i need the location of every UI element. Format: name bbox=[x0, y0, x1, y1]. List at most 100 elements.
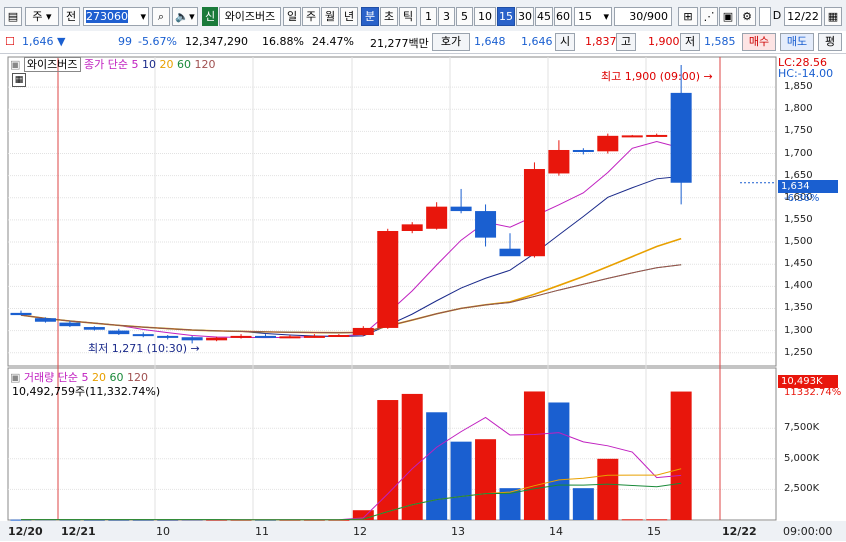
price-value: 1,646 bbox=[22, 35, 54, 48]
price-legend-name[interactable]: 와이즈버즈 bbox=[23, 57, 81, 72]
period-month-button[interactable]: 월 bbox=[321, 7, 339, 26]
price-change-pct: -5.67% bbox=[138, 35, 177, 48]
rate-1: 16.88% bbox=[262, 35, 304, 48]
legend-ma-10: 10 bbox=[142, 58, 156, 71]
volume-bar bbox=[401, 393, 423, 520]
open-price: 1,837 bbox=[585, 35, 617, 48]
chevron-down-icon: ▾ bbox=[603, 10, 609, 23]
market-select[interactable]: 주 ▾ bbox=[25, 7, 59, 26]
price-tick-label: 1,800 bbox=[784, 103, 813, 115]
low-annotation: 최저 1,271 (10:30) → bbox=[88, 342, 200, 355]
price-change: 99 bbox=[118, 35, 132, 48]
volume-bar bbox=[646, 519, 668, 521]
search-icon[interactable]: ⌕ bbox=[152, 7, 170, 26]
period-tick-button[interactable]: 틱 bbox=[399, 7, 417, 26]
x-tick-label: 15 bbox=[647, 525, 661, 538]
interval-button-45[interactable]: 45 bbox=[535, 7, 553, 26]
save-icon[interactable]: ▣ bbox=[719, 7, 737, 26]
calendar-icon[interactable]: ▦ bbox=[824, 7, 842, 26]
interval-select-value: 15 bbox=[578, 10, 592, 23]
open-label: 시 bbox=[555, 33, 575, 51]
price-tick-label: 1,350 bbox=[784, 302, 813, 314]
buy-button[interactable]: 매수 bbox=[742, 33, 776, 51]
date-input[interactable]: 12/22 bbox=[784, 7, 822, 26]
gear-icon[interactable]: ⚙ bbox=[738, 7, 756, 26]
candle-body bbox=[303, 335, 325, 338]
average-button[interactable]: 평 bbox=[818, 33, 842, 51]
x-axis-band bbox=[0, 521, 846, 541]
trend-icon[interactable]: ⋰ bbox=[700, 7, 718, 26]
checkbox-icon: ☐ bbox=[5, 35, 15, 48]
market-label: 주 bbox=[32, 10, 43, 23]
high-annotation: 최고 1,900 (09:00) → bbox=[601, 70, 713, 83]
volume-bar bbox=[426, 412, 448, 520]
speaker-icon[interactable]: 🔈▾ bbox=[172, 7, 198, 26]
candle-body bbox=[352, 327, 374, 336]
price-tick-label: 1,400 bbox=[784, 280, 813, 292]
candle-body bbox=[59, 322, 81, 327]
price-tick-label: 1,450 bbox=[784, 258, 813, 270]
bid-label: 호가 bbox=[432, 33, 470, 51]
candle-body bbox=[548, 149, 570, 174]
x-tick-label: 12/20 bbox=[8, 525, 43, 538]
period-week-button[interactable]: 주 bbox=[302, 7, 320, 26]
legend-ma-120: 120 bbox=[194, 58, 216, 71]
interval-button-60[interactable]: 60 bbox=[554, 7, 572, 26]
chart-settings-button[interactable]: ▤ bbox=[4, 7, 22, 26]
stock-code-input[interactable]: 273060 ▾ bbox=[83, 7, 149, 26]
price-tick-label: 1,700 bbox=[784, 147, 813, 159]
volume-bar bbox=[377, 400, 399, 520]
interval-button-5[interactable]: 5 bbox=[456, 7, 473, 26]
current-change-tag: -6.36% bbox=[784, 193, 820, 204]
interval-button-30[interactable]: 30 bbox=[516, 7, 534, 26]
grid-toggle-icon[interactable]: ▦ bbox=[12, 73, 26, 87]
count-input[interactable]: 30/900 bbox=[614, 7, 672, 26]
legend-ma-60: 60 bbox=[177, 58, 191, 71]
sell-button[interactable]: 매도 bbox=[780, 33, 814, 51]
price-tick-label: 1,300 bbox=[784, 324, 813, 336]
price-tick-label: 1,750 bbox=[784, 125, 813, 137]
candle-body bbox=[328, 335, 350, 338]
period-second-button[interactable]: 초 bbox=[380, 7, 398, 26]
interval-button-1[interactable]: 1 bbox=[420, 7, 437, 26]
candle-body bbox=[83, 327, 105, 330]
volume-bar bbox=[548, 402, 570, 520]
candle-body bbox=[401, 224, 423, 231]
price-legend-ma-label: 종가 단순 bbox=[84, 58, 128, 71]
period-day-button[interactable]: 일 bbox=[283, 7, 301, 26]
price-legend: ▣ 와이즈버즈 종가 단순 5 10 20 60 120 bbox=[10, 56, 216, 72]
chart-area[interactable] bbox=[0, 53, 846, 542]
legend-ma-5: 5 bbox=[131, 58, 139, 71]
interval-button-15[interactable]: 15 bbox=[497, 7, 515, 26]
candle-body bbox=[597, 135, 619, 152]
period-year-button[interactable]: 년 bbox=[340, 7, 358, 26]
count-total: /900 bbox=[643, 10, 668, 23]
candle-body bbox=[450, 206, 472, 212]
price-tick-label: 1,650 bbox=[784, 169, 813, 181]
date-checkbox[interactable] bbox=[759, 7, 771, 26]
price-tick-label: 1,250 bbox=[784, 346, 813, 358]
volume-bar bbox=[621, 519, 643, 521]
period-minute-button[interactable]: 분 bbox=[361, 7, 379, 26]
candle-body bbox=[670, 92, 692, 183]
interval-select[interactable]: 15 ▾ bbox=[574, 7, 612, 26]
grid-icon[interactable]: ⊞ bbox=[678, 7, 698, 26]
candle-body bbox=[523, 169, 545, 257]
prev-button[interactable]: 전 bbox=[62, 7, 80, 26]
candle-body bbox=[621, 135, 643, 138]
candle-body bbox=[157, 335, 179, 338]
stock-name-field[interactable]: 와이즈버즈 bbox=[219, 7, 281, 26]
candle-body bbox=[279, 336, 301, 339]
interval-button-10[interactable]: 10 bbox=[474, 7, 496, 26]
candle-body bbox=[646, 134, 668, 137]
x-tick-label: 12 bbox=[353, 525, 367, 538]
trade-amount: 21,277백만 bbox=[370, 37, 429, 50]
price-tick-label: 1,850 bbox=[784, 81, 813, 93]
chevron-down-icon: ▾ bbox=[140, 10, 146, 23]
interval-button-3[interactable]: 3 bbox=[438, 7, 455, 26]
new-listing-badge: 신 bbox=[202, 7, 218, 26]
x-tick-label: 11 bbox=[255, 525, 269, 538]
x-tick-label: 14 bbox=[549, 525, 563, 538]
candle-body bbox=[475, 211, 497, 238]
volume-value: 12,347,290 bbox=[185, 35, 248, 48]
